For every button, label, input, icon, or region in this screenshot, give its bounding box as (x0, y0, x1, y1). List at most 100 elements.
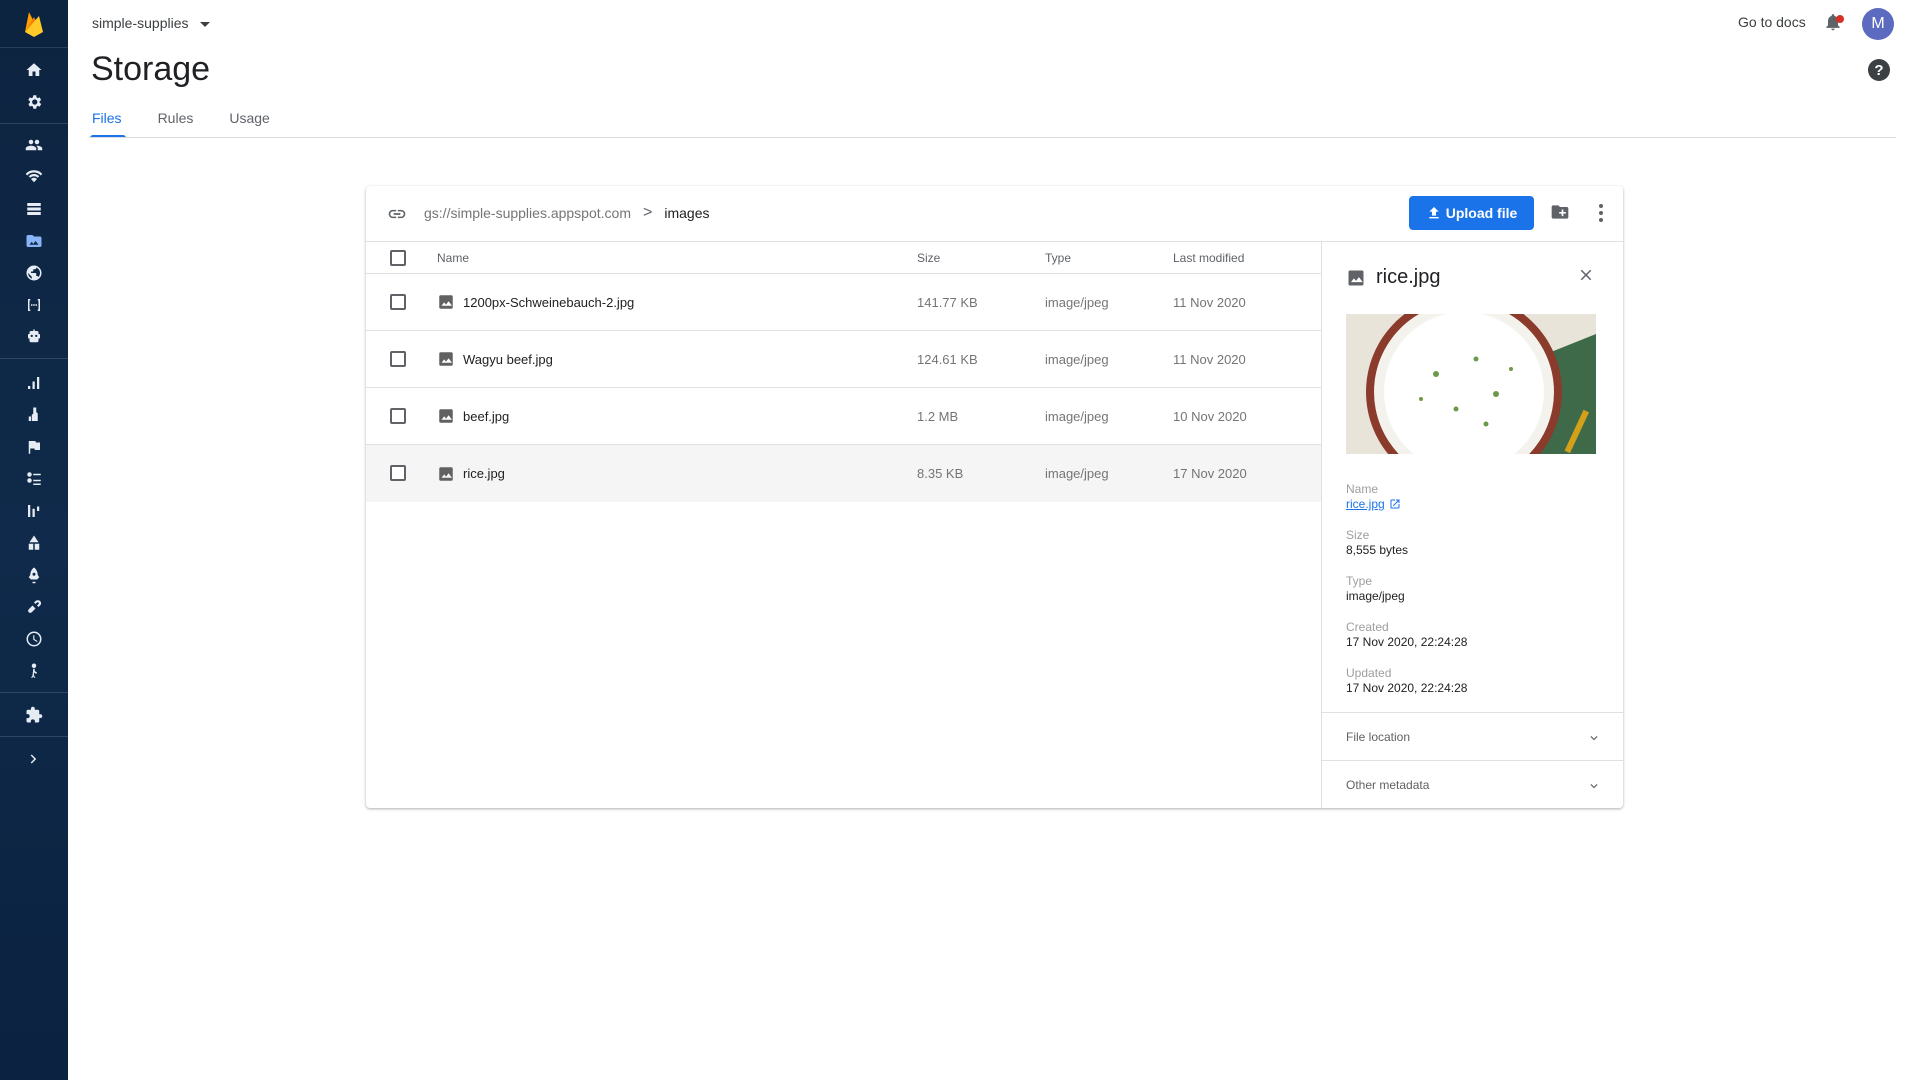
sidebar (0, 0, 68, 1080)
image-file-icon (437, 465, 455, 483)
current-folder: images (664, 205, 710, 221)
meta-size: Size 8,555 bytes (1346, 528, 1408, 557)
tabs-divider (89, 137, 1896, 138)
meta-value: 8,555 bytes (1346, 543, 1409, 557)
file-name[interactable]: 1200px-Schweinebauch-2.jpg (463, 295, 634, 310)
meta-name: Name rice.jpg (1346, 482, 1401, 511)
file-browser-card: gs://simple-supplies.appspot.com > image… (366, 186, 1623, 808)
ab-testing-icon[interactable] (22, 499, 46, 523)
close-icon[interactable] (1577, 266, 1597, 286)
row-checkbox[interactable] (390, 351, 406, 367)
details-title: rice.jpg (1376, 266, 1441, 288)
performance-icon[interactable] (22, 563, 46, 587)
analytics-icon[interactable] (22, 371, 46, 395)
file-type: image/jpeg (1045, 351, 1109, 367)
notification-dot (1836, 15, 1844, 23)
app-distribution-icon[interactable] (22, 531, 46, 555)
tab-usage[interactable]: Usage (227, 104, 285, 138)
in-app-messaging-icon[interactable] (22, 659, 46, 683)
other-metadata-accordion[interactable]: Other metadata (1322, 760, 1623, 808)
ml-icon[interactable] (22, 325, 46, 349)
tab-files[interactable]: Files (90, 104, 138, 138)
file-location-accordion[interactable]: File location (1322, 712, 1623, 760)
breadcrumb: gs://simple-supplies.appspot.com > image… (424, 204, 709, 222)
home-icon[interactable] (22, 58, 46, 82)
select-all-checkbox[interactable] (390, 250, 406, 266)
project-selector[interactable]: simple-supplies (92, 15, 211, 31)
files-table: Name Size Type Last modified 1200px-Schw… (366, 242, 1321, 502)
file-browser-toolbar: gs://simple-supplies.appspot.com > image… (366, 186, 1623, 242)
image-file-icon (437, 350, 455, 368)
table-header-row: Name Size Type Last modified (366, 242, 1321, 274)
upload-file-label: Upload file (1445, 205, 1518, 221)
dropdown-caret-icon (200, 21, 211, 27)
meta-value: image/jpeg (1346, 589, 1405, 603)
link-icon[interactable] (386, 204, 410, 224)
table-row[interactable]: 1200px-Schweinebauch-2.jpg 141.77 KB ima… (366, 274, 1321, 331)
functions-icon[interactable] (22, 293, 46, 317)
create-folder-icon[interactable] (1549, 202, 1573, 224)
table-row[interactable]: beef.jpg 1.2 MB image/jpeg 10 Nov 2020 (366, 388, 1321, 445)
file-size: 124.61 KB (917, 351, 978, 367)
help-icon[interactable]: ? (1868, 59, 1890, 81)
file-name[interactable]: Wagyu beef.jpg (463, 352, 553, 367)
avatar[interactable]: M (1862, 8, 1894, 40)
more-options-icon[interactable] (1595, 202, 1607, 224)
upload-icon (1429, 207, 1439, 219)
realtime-database-icon[interactable] (22, 165, 46, 189)
meta-created: Created 17 Nov 2020, 22:24:28 (1346, 620, 1467, 649)
expand-icon[interactable] (22, 747, 46, 771)
bucket-path[interactable]: gs://simple-supplies.appspot.com (424, 205, 631, 221)
test-lab-icon[interactable] (22, 627, 46, 651)
file-download-link[interactable]: rice.jpg (1346, 497, 1385, 511)
column-header-size[interactable]: Size (917, 242, 940, 273)
tab-rules[interactable]: Rules (156, 104, 210, 138)
column-header-name[interactable]: Name (437, 242, 469, 273)
go-to-docs-link[interactable]: Go to docs (1738, 14, 1806, 30)
file-size: 141.77 KB (917, 294, 978, 310)
meta-type: Type image/jpeg (1346, 574, 1405, 603)
file-name[interactable]: beef.jpg (463, 409, 509, 424)
storage-icon[interactable] (22, 229, 46, 253)
image-file-icon (437, 293, 455, 311)
firebase-logo[interactable] (0, 0, 68, 48)
row-checkbox[interactable] (390, 294, 406, 310)
row-checkbox[interactable] (390, 465, 406, 481)
table-row[interactable]: Wagyu beef.jpg 124.61 KB image/jpeg 11 N… (366, 331, 1321, 388)
file-type: image/jpeg (1045, 408, 1109, 424)
column-header-last-modified[interactable]: Last modified (1173, 242, 1244, 273)
breadcrumb-separator-icon: > (643, 204, 653, 221)
hosting-icon[interactable] (22, 261, 46, 285)
dynamic-links-icon[interactable] (22, 595, 46, 619)
remote-config-icon[interactable] (22, 435, 46, 459)
meta-label: Updated (1346, 666, 1392, 680)
meta-label: Size (1346, 528, 1370, 542)
row-checkbox[interactable] (390, 408, 406, 424)
crashlytics-icon[interactable] (22, 403, 46, 427)
open-in-new-icon[interactable] (1389, 498, 1401, 510)
meta-label: Created (1346, 620, 1389, 634)
image-preview[interactable] (1346, 314, 1596, 454)
predictions-icon[interactable] (22, 467, 46, 491)
meta-label: Name (1346, 482, 1379, 496)
upload-file-button[interactable]: Upload file (1409, 196, 1534, 230)
file-type: image/jpeg (1045, 294, 1109, 310)
chevron-down-icon (1587, 731, 1599, 743)
file-date: 10 Nov 2020 (1173, 408, 1247, 424)
accordion-label: Other metadata (1346, 778, 1430, 792)
settings-icon[interactable] (22, 90, 46, 114)
notifications-bell-icon[interactable] (1823, 12, 1847, 36)
authentication-icon[interactable] (22, 133, 46, 157)
file-date: 11 Nov 2020 (1173, 351, 1246, 367)
image-file-icon (1348, 270, 1364, 285)
project-name: simple-supplies (92, 15, 189, 31)
column-header-type[interactable]: Type (1045, 242, 1071, 273)
meta-value: 17 Nov 2020, 22:24:28 (1346, 635, 1468, 649)
file-date: 17 Nov 2020 (1173, 466, 1247, 481)
firestore-icon[interactable] (22, 197, 46, 221)
meta-updated: Updated 17 Nov 2020, 22:24:28 (1346, 666, 1467, 695)
table-row-selected[interactable]: rice.jpg 8.35 KB image/jpeg 17 Nov 2020 (366, 445, 1321, 502)
extensions-icon[interactable] (22, 703, 46, 727)
tab-bar: Files Rules Usage (90, 104, 304, 138)
file-name[interactable]: rice.jpg (463, 466, 505, 481)
